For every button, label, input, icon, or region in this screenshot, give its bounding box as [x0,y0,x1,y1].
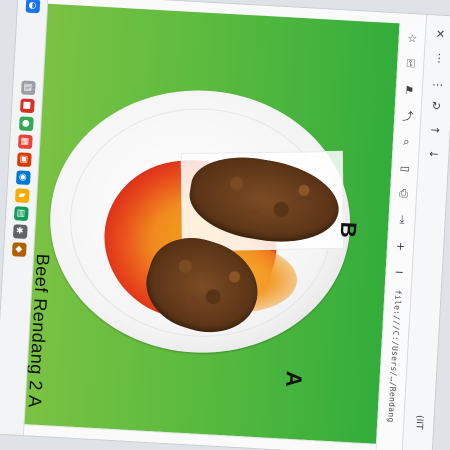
page-icon[interactable]: ▭ [397,160,414,177]
bookmark-icon[interactable]: ⚑ [401,82,418,99]
zoom-in-button[interactable]: + [392,237,409,254]
menu-icon[interactable]: ⋮ [431,49,448,66]
edge-icon[interactable]: ◉ [15,170,31,186]
more-icon[interactable]: … [429,73,446,90]
screenshot-stage: ◐ ▤ ■ ● ▦ ▣ ◉ ▰ ▥ ✱ ◆ Beef Rendang 2 A B A ☆ ⚿ ⚑ ⤴ [0,0,450,450]
share-icon[interactable]: ⤴ [399,108,416,125]
address-bar-text[interactable]: file:///C:/Users/…/Rendang [386,290,402,423]
zoom-out-button[interactable]: − [391,263,408,280]
download-icon[interactable]: ⤓ [394,211,411,228]
store-icon[interactable]: ▥ [13,206,29,221]
close-icon[interactable]: ✕ [432,25,449,42]
settings-icon[interactable]: ✱ [12,224,28,239]
chrome-icon[interactable]: ● [18,116,34,132]
label-a: A [281,370,307,388]
status-text: (IIT [413,414,425,430]
office-icon[interactable]: ▣ [16,152,32,168]
back-icon[interactable]: ← [425,145,442,162]
folder-icon[interactable]: ▰ [14,188,30,203]
screen: ◐ ▤ ■ ● ▦ ▣ ◉ ▰ ▥ ✱ ◆ Beef Rendang 2 A B A ☆ ⚿ ⚑ ⤴ [0,0,450,450]
toolbar-bottom-pad [417,437,418,450]
print-icon[interactable]: ⎙ [395,185,412,202]
calendar-icon[interactable]: ▦ [17,134,33,150]
browser-icon[interactable]: ◐ [25,0,40,14]
lock-icon[interactable]: ⚿ [402,56,419,73]
file-icon[interactable]: ▤ [20,80,36,96]
refresh-icon[interactable]: ↻ [428,97,445,114]
red-app-icon[interactable]: ■ [19,98,35,114]
plate: B A [43,82,361,388]
app-icon-dark[interactable]: ◆ [11,242,27,257]
label-b: B [335,221,362,239]
star-icon[interactable]: ☆ [404,30,421,47]
image-content: Beef Rendang 2 A B A [24,3,400,445]
forward-icon[interactable]: → [427,121,444,138]
search-icon[interactable]: ⌕ [398,134,415,151]
taskbar-spacer [28,17,31,77]
